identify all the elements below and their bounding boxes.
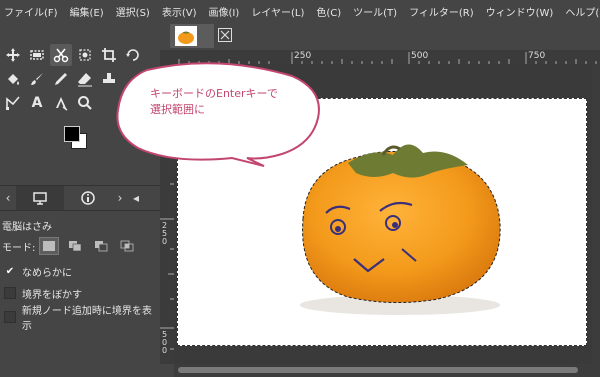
foreground-select-tool-icon[interactable] (74, 44, 96, 66)
checkbox-interactive-boundary[interactable] (4, 311, 16, 323)
option-antialias[interactable]: ✔ なめらかに (4, 263, 72, 279)
chevron-left-icon[interactable]: ‹ (0, 191, 16, 205)
mode-intersect-button[interactable] (117, 237, 137, 255)
option-antialias-label: なめらかに (22, 267, 72, 279)
tool-options-title: 電脳はさみ (2, 222, 52, 233)
option-feather-edges[interactable]: 境界をぼかす (4, 285, 82, 301)
ruler-left-digit: 0 (162, 237, 168, 246)
tab-tool-options[interactable] (16, 186, 64, 210)
monitor-icon (33, 192, 47, 205)
vertical-scrollbar[interactable] (592, 64, 600, 364)
scissors-tool-icon[interactable] (50, 44, 72, 66)
zoom-tool-icon[interactable] (74, 92, 96, 114)
menu-tools[interactable]: ツール(T) (347, 4, 403, 19)
ruler-left-digit: 0 (162, 346, 168, 355)
gimp-window: ファイル(F) 編集(E) 選択(S) 表示(V) 画像(I) レイヤー(L) … (0, 0, 600, 377)
mode-subtract-button[interactable] (91, 237, 111, 255)
ruler-top-label: 750 (528, 51, 546, 61)
image-tabs (160, 22, 600, 48)
horizontal-scrollbar[interactable] (174, 364, 600, 377)
bucket-fill-tool-icon[interactable] (2, 68, 24, 90)
menu-layer[interactable]: レイヤー(L) (245, 4, 310, 19)
checkbox-feather[interactable] (4, 287, 16, 299)
callout-text: キーボードのEnterキーで 選択範囲に (150, 86, 300, 118)
tab-device-status[interactable] (64, 186, 112, 210)
menu-filters[interactable]: フィルター(R) (403, 4, 480, 19)
device-status-icon (81, 191, 95, 205)
callout-line-2: 選択範囲に (150, 103, 205, 116)
callout-line-1: キーボードのEnterキーで (150, 87, 278, 100)
rect-select-tool-icon[interactable] (26, 44, 48, 66)
option-feather-edges-label: 境界をぼかす (22, 289, 82, 301)
text-tool-icon[interactable]: A (26, 92, 48, 114)
horizontal-scrollbar-thumb[interactable] (178, 367, 578, 373)
foreground-color-swatch[interactable] (64, 126, 80, 142)
mode-replace-button[interactable] (39, 237, 60, 255)
menu-windows[interactable]: ウィンドウ(W) (480, 4, 560, 19)
menu-select[interactable]: 選択(S) (110, 4, 156, 19)
option-interactive-boundary-label: 新規ノード追加時に境界を表示 (21, 306, 152, 332)
pencil-tool-icon[interactable] (50, 68, 72, 90)
paths-tool-icon[interactable] (2, 92, 24, 114)
checkmark-icon[interactable]: ✔ (4, 265, 16, 277)
fg-bg-color-swatch[interactable] (62, 124, 90, 152)
mode-add-button[interactable] (65, 237, 85, 255)
close-icon[interactable] (218, 28, 232, 42)
image-tab-persimmon[interactable] (170, 24, 214, 48)
eraser-tool-icon[interactable] (74, 68, 96, 90)
option-interactive-boundary[interactable]: 新規ノード追加時に境界を表示 (4, 306, 160, 332)
mode-label: モード: (2, 242, 36, 254)
dock-menu-icon[interactable]: ◂ (128, 191, 144, 205)
menu-help[interactable]: ヘルプ(H) (559, 4, 600, 19)
dock-tab-row: ‹ › ◂ (0, 185, 160, 211)
menubar: ファイル(F) 編集(E) 選択(S) 表示(V) 画像(I) レイヤー(L) … (0, 0, 600, 22)
color-picker-tool-icon[interactable] (50, 92, 72, 114)
chevron-right-icon[interactable]: › (112, 191, 128, 205)
menu-file[interactable]: ファイル(F) (0, 4, 64, 19)
ruler-top-label: 250 (294, 51, 312, 61)
move-tool-icon[interactable] (2, 44, 24, 66)
menu-image[interactable]: 画像(I) (203, 4, 246, 19)
mode-row: モード: (2, 236, 143, 256)
image-thumbnail (175, 26, 197, 46)
paintbrush-tool-icon[interactable] (26, 68, 48, 90)
menu-colors[interactable]: 色(C) (310, 4, 347, 19)
menu-edit[interactable]: 編集(E) (64, 4, 110, 19)
menu-view[interactable]: 表示(V) (156, 4, 203, 19)
ruler-top-label: 500 (411, 51, 429, 61)
